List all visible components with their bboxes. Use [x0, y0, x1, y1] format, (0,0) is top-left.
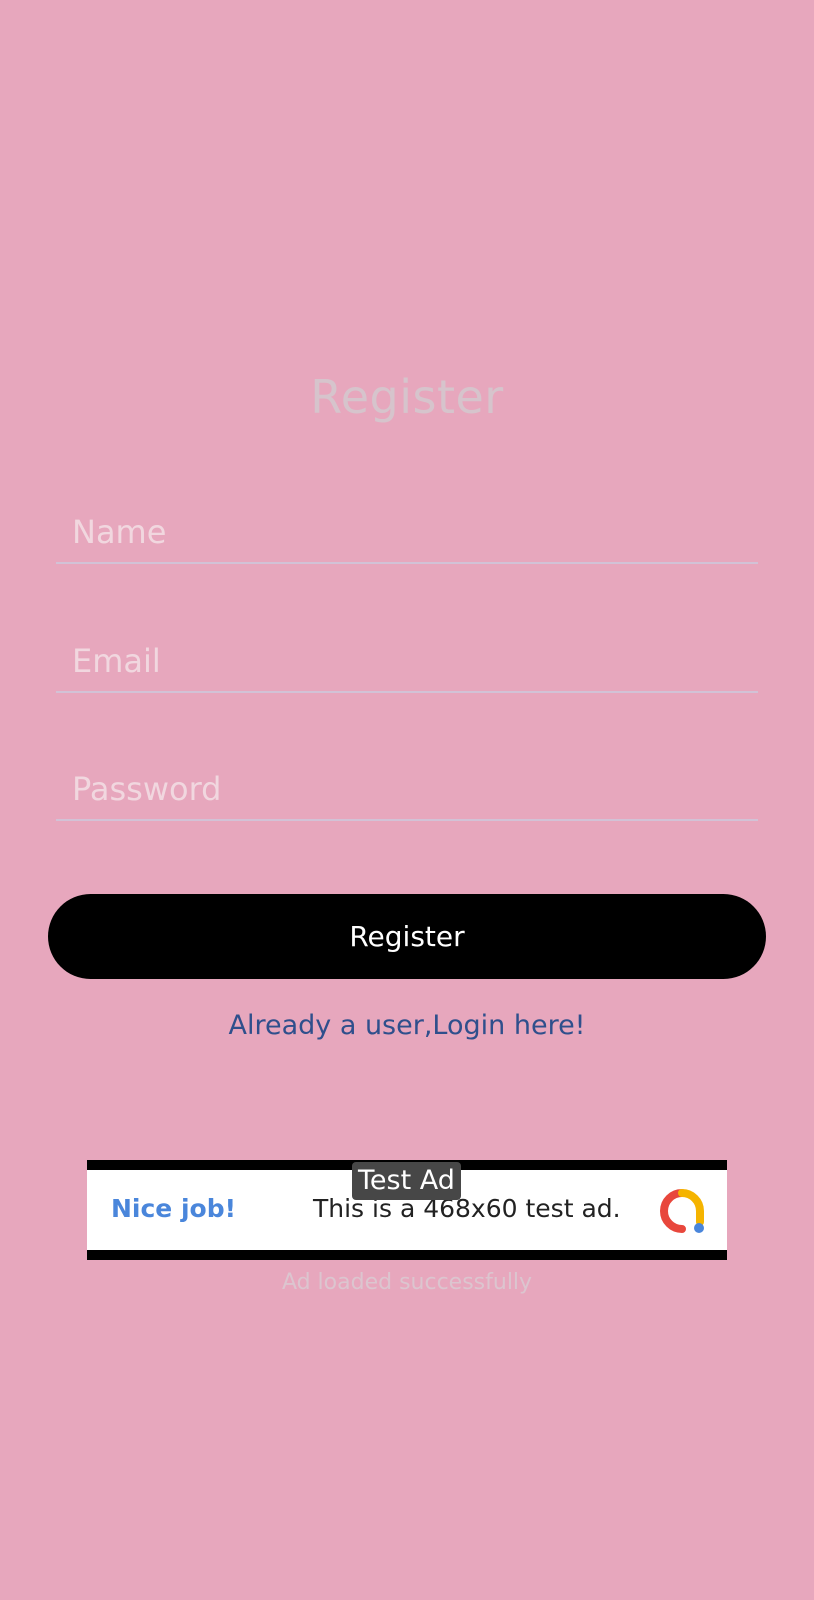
name-input[interactable]	[72, 508, 758, 556]
ad-manager-logo-icon	[660, 1189, 704, 1233]
email-field[interactable]	[56, 629, 758, 693]
ad-status-text: Ad loaded successfully	[281, 1270, 533, 1295]
ad-banner[interactable]: Nice job! This is a 468x60 test ad. Test…	[87, 1160, 727, 1260]
login-link[interactable]: Already a user,Login here!	[0, 1010, 814, 1041]
test-ad-badge: Test Ad	[352, 1162, 461, 1200]
ad-headline[interactable]: Nice job!	[111, 1194, 236, 1223]
page-title: Register	[310, 370, 504, 424]
password-input[interactable]	[72, 765, 758, 813]
register-button[interactable]: Register	[48, 894, 766, 979]
email-input[interactable]	[72, 637, 758, 685]
name-field[interactable]	[56, 500, 758, 564]
password-field[interactable]	[56, 757, 758, 821]
